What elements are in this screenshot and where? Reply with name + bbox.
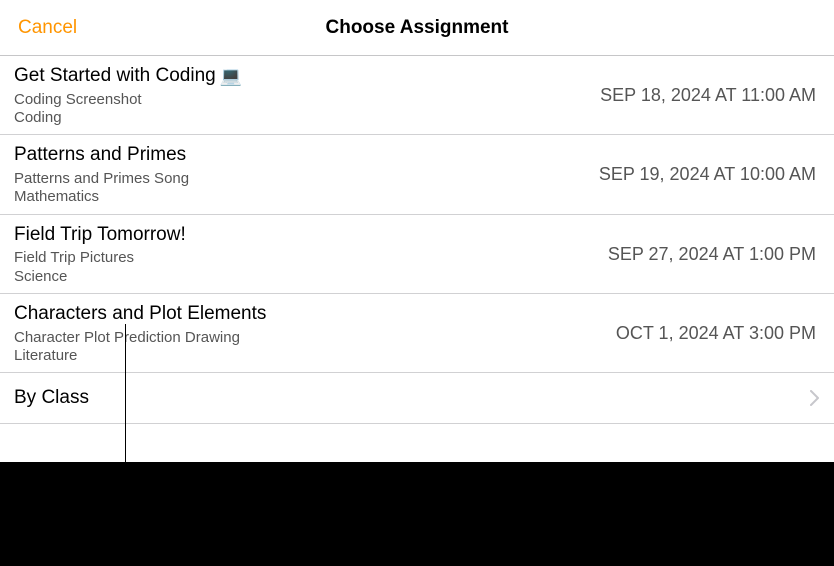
assignment-title: Get Started with Coding [14, 65, 216, 88]
assignment-subtitle: Field Trip Pictures [14, 249, 186, 266]
assignment-date: SEP 27, 2024 AT 1:00 PM [596, 244, 816, 265]
assignment-title: Characters and Plot Elements [14, 303, 266, 326]
bottom-black-bar [0, 462, 834, 566]
chevron-right-icon [810, 390, 820, 406]
assignment-title: Field Trip Tomorrow! [14, 224, 186, 247]
assignment-category: Literature [14, 347, 266, 364]
cancel-button[interactable]: Cancel [18, 17, 77, 39]
assignment-row[interactable]: Field Trip Tomorrow! Field Trip Pictures… [0, 215, 834, 294]
assignment-date: SEP 18, 2024 AT 11:00 AM [588, 85, 816, 106]
assignment-category: Mathematics [14, 188, 189, 205]
header: Cancel Choose Assignment [0, 0, 834, 56]
assignment-category: Science [14, 268, 186, 285]
laptop-icon: 💻 [220, 67, 242, 85]
assignment-subtitle: Character Plot Prediction Drawing [14, 329, 266, 346]
assignment-row[interactable]: Get Started with Coding 💻 Coding Screens… [0, 56, 834, 135]
assignment-date: SEP 19, 2024 AT 10:00 AM [587, 164, 816, 185]
assignment-subtitle: Patterns and Primes Song [14, 170, 189, 187]
page-title: Choose Assignment [326, 17, 509, 39]
assignment-date: OCT 1, 2024 AT 3:00 PM [604, 323, 816, 344]
assignment-subtitle: Coding Screenshot [14, 91, 242, 108]
assignment-row[interactable]: Patterns and Primes Patterns and Primes … [0, 135, 834, 214]
assignment-title: Patterns and Primes [14, 144, 186, 167]
assignment-category: Coding [14, 109, 242, 126]
by-class-label: By Class [14, 387, 89, 409]
